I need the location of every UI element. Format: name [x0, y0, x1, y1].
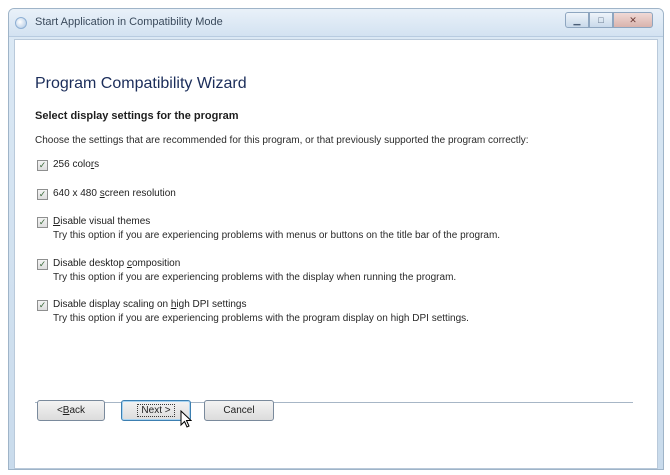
option-label: 640 x 480 screen resolution [53, 188, 176, 199]
compatibility-wizard-window: Start Application in Compatibility Mode … [8, 8, 664, 470]
section-heading: Select display settings for the program [35, 110, 239, 122]
option-description: Try this option if you are experiencing … [53, 272, 457, 283]
cancel-button[interactable]: Cancel [204, 400, 274, 421]
option-description: Try this option if you are experiencing … [53, 313, 469, 324]
cancel-button-label: Cancel [223, 405, 255, 416]
window-title: Start Application in Compatibility Mode [35, 16, 223, 28]
intro-text: Choose the settings that are recommended… [35, 135, 529, 146]
checkbox-640x480-resolution[interactable]: ✓ [37, 189, 48, 200]
checkbox-256-colors[interactable]: ✓ [37, 160, 48, 171]
option-label: Disable visual themes [53, 216, 151, 227]
close-button[interactable]: ✕ [613, 12, 653, 28]
minimize-button[interactable]: ▁ [565, 12, 589, 28]
option-label: Disable display scaling on high DPI sett… [53, 299, 247, 310]
page-title: Program Compatibility Wizard [35, 75, 247, 92]
back-button[interactable]: < Back [37, 400, 105, 421]
window-controls: ▁ □ ✕ [565, 12, 653, 28]
checkbox-disable-visual-themes[interactable]: ✓ [37, 217, 48, 228]
option-label: Disable desktop composition [53, 258, 181, 269]
wizard-client-area: Program Compatibility Wizard Select disp… [14, 39, 658, 469]
option-label: 256 colors [53, 159, 100, 170]
minimize-icon: ▁ [573, 14, 581, 25]
close-icon: ✕ [629, 14, 637, 25]
next-button-label: Next > [137, 404, 175, 417]
option-description: Try this option if you are experiencing … [53, 230, 501, 241]
title-bar[interactable]: Start Application in Compatibility Mode … [9, 9, 663, 37]
maximize-button[interactable]: □ [589, 12, 613, 28]
app-icon [15, 17, 27, 29]
maximize-icon: □ [598, 15, 604, 25]
checkbox-disable-dpi-scaling[interactable]: ✓ [37, 300, 48, 311]
arrow-cursor-icon [180, 410, 192, 428]
checkbox-disable-desktop-composition[interactable]: ✓ [37, 259, 48, 270]
